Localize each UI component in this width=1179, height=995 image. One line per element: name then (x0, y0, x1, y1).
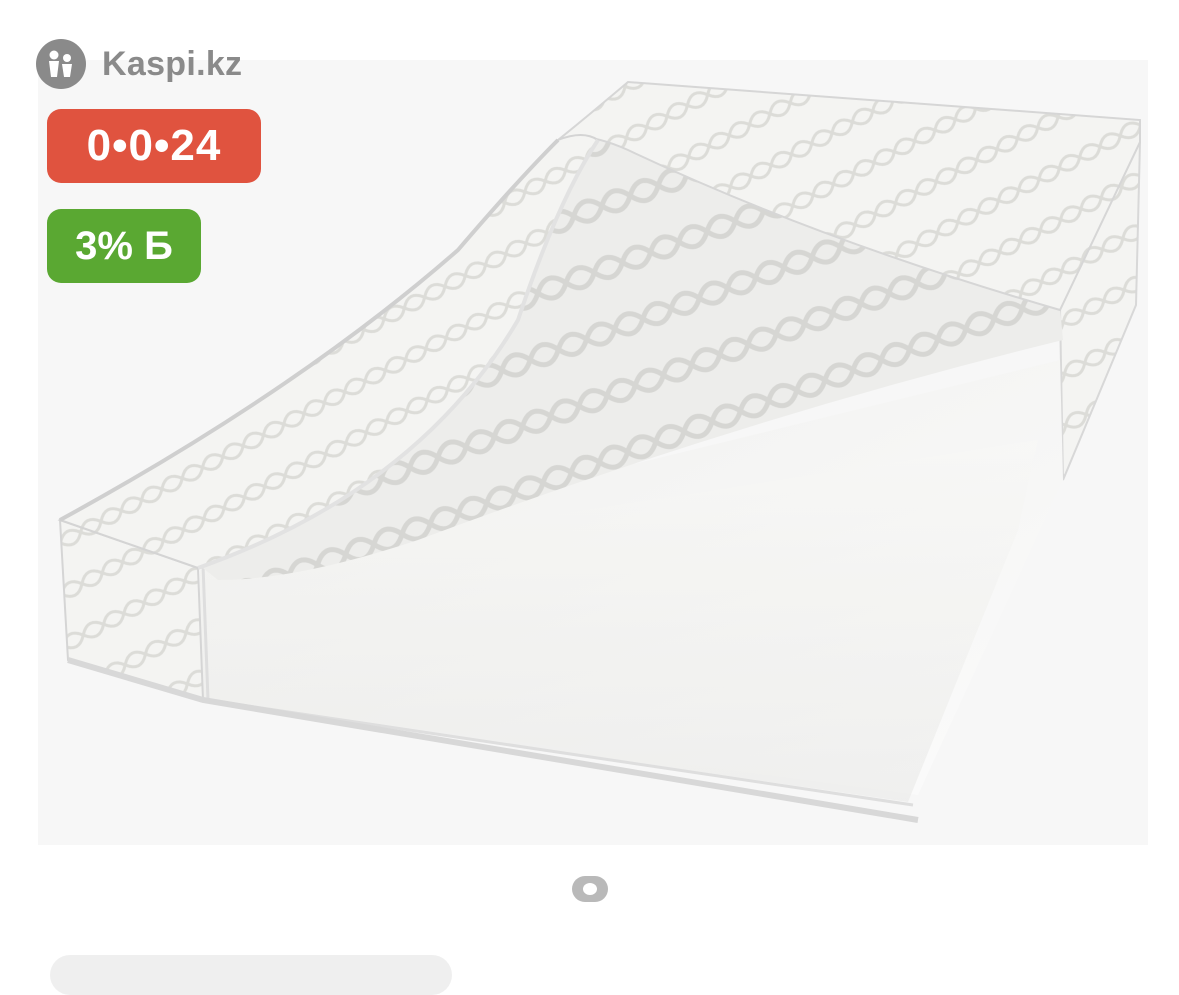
kaspi-watermark: Kaspi.kz (36, 38, 242, 90)
kaspi-logo-icon (36, 39, 86, 89)
bonus-badge: 3% Б (47, 209, 201, 283)
watermark-text: Kaspi.kz (102, 44, 243, 83)
bottom-card[interactable] (50, 955, 452, 995)
carousel-indicator[interactable] (572, 876, 608, 902)
installment-badge: 0•0•24 (47, 109, 261, 183)
